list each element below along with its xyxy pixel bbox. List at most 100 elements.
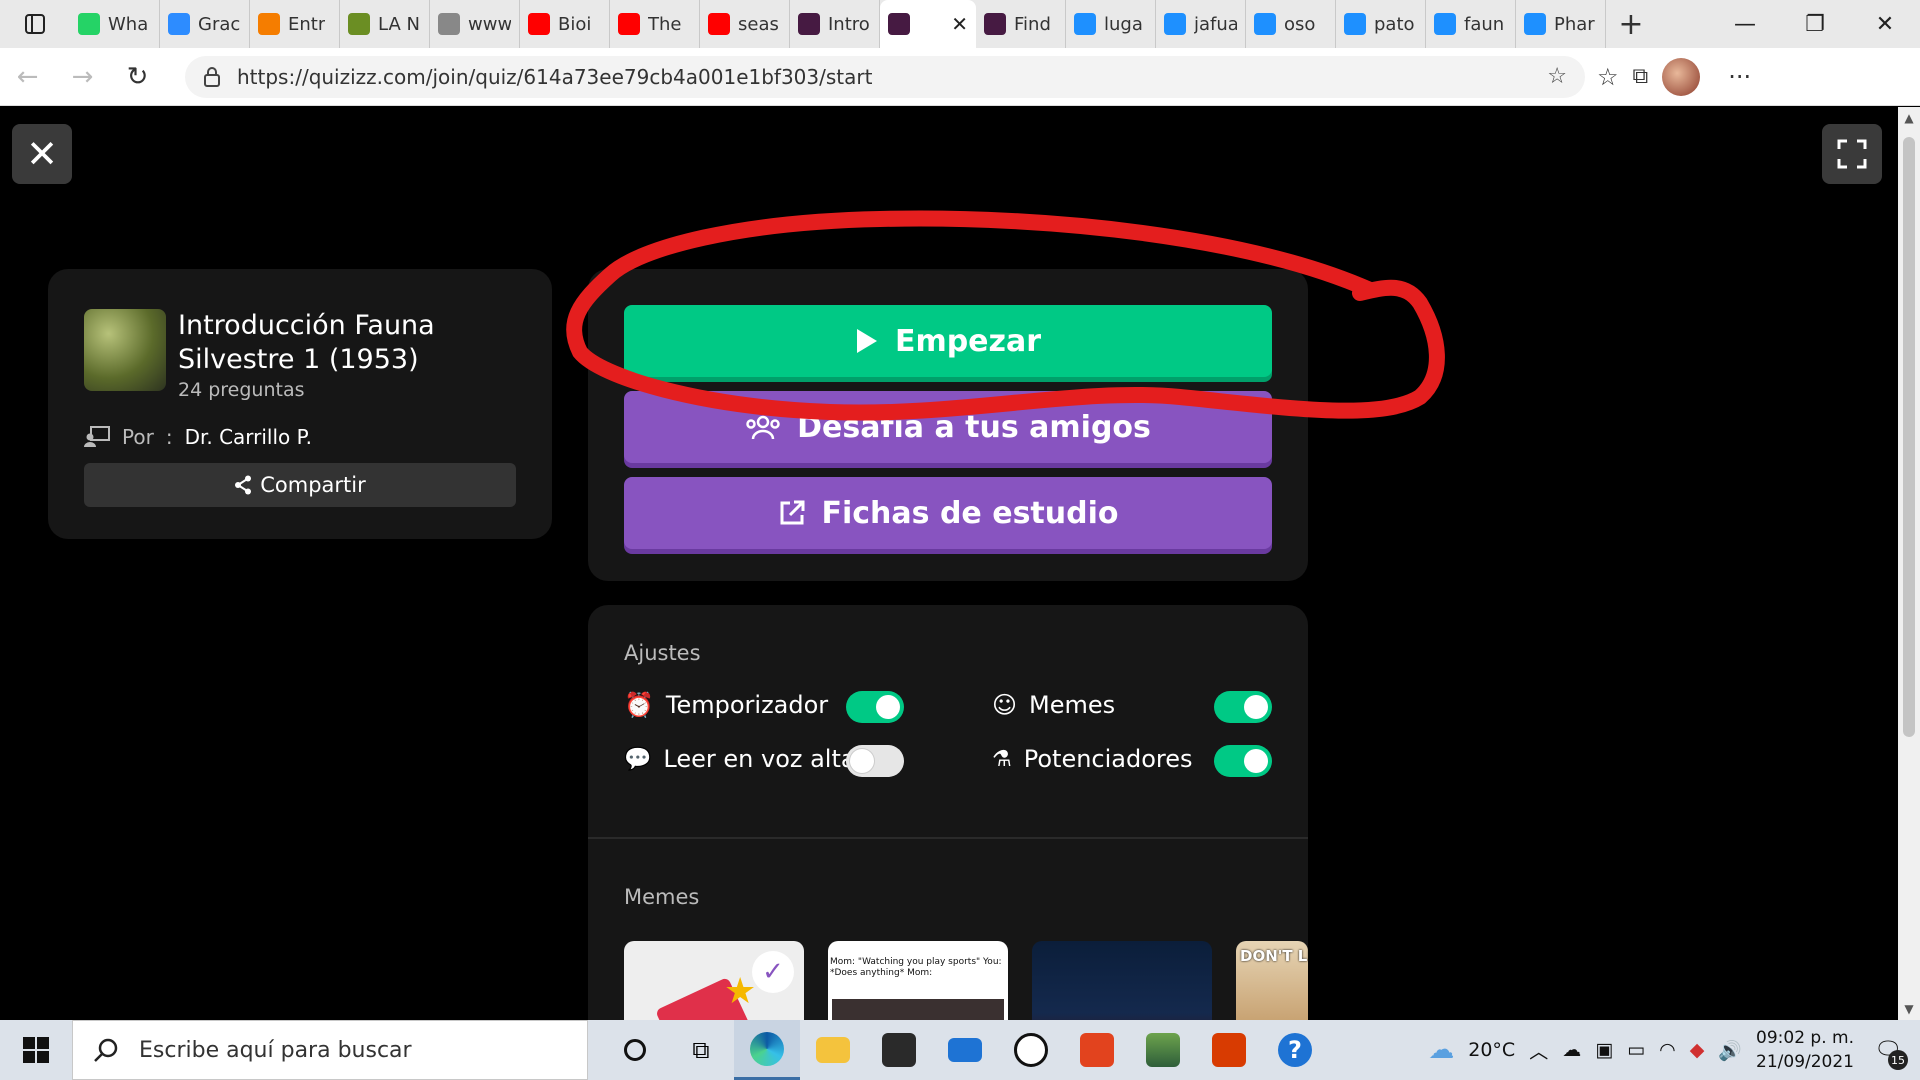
taskbar-search[interactable]: Escribe aquí para buscar	[72, 1020, 588, 1080]
browser-tab[interactable]: The	[610, 0, 700, 48]
store-app[interactable]	[866, 1020, 932, 1080]
help-app[interactable]: ?	[1262, 1020, 1328, 1080]
fullscreen-button[interactable]	[1822, 124, 1882, 184]
memes-toggle[interactable]	[1214, 691, 1272, 723]
temperature[interactable]: 20°C	[1468, 1039, 1515, 1061]
flashcards-button[interactable]: Fichas de estudio	[624, 477, 1272, 549]
by-separator: :	[165, 425, 173, 449]
tab-label: www	[468, 13, 511, 35]
browser-tab[interactable]: LA N	[340, 0, 430, 48]
onedrive-icon[interactable]: ☁	[1562, 1039, 1581, 1061]
memes-setting: ☺ Memes	[992, 691, 1115, 719]
powerups-toggle[interactable]	[1214, 745, 1272, 777]
quiz-info-card: Introducción Fauna Silvestre 1 (1953) 24…	[48, 269, 552, 539]
restore-button[interactable]: ❐	[1780, 0, 1850, 48]
tab-label: LA N	[378, 13, 420, 35]
timer-toggle[interactable]	[846, 691, 904, 723]
browser-tab[interactable]: luga	[1066, 0, 1156, 48]
browser-tab[interactable]: oso	[1246, 0, 1336, 48]
search-placeholder: Escribe aquí para buscar	[139, 1037, 412, 1063]
start-button[interactable]	[0, 1020, 72, 1080]
toggle-knob	[1244, 749, 1268, 773]
more-menu-icon[interactable]: ···	[1728, 63, 1751, 91]
share-button[interactable]: Compartir	[84, 463, 516, 507]
quizizz-icon	[798, 13, 820, 35]
mail-icon	[948, 1038, 982, 1062]
actions-card: Empezar Desafía a tus amigos Fichas de e…	[588, 269, 1308, 581]
chevron-up-icon[interactable]: ︿	[1529, 1037, 1548, 1064]
tab-actions-button[interactable]	[0, 0, 70, 48]
add-favorite-icon[interactable]: ☆	[1547, 64, 1567, 89]
meme-card-1[interactable]: ★ ✓	[624, 941, 804, 1020]
meme-card-2[interactable]: Mom: "Watching you play sports" You: *Do…	[828, 941, 1008, 1020]
new-tab-button[interactable]: +	[1606, 0, 1656, 48]
forward-button[interactable]: →	[55, 48, 110, 106]
close-icon: ✕	[26, 132, 58, 176]
game-app[interactable]	[1130, 1020, 1196, 1080]
tab-active[interactable]: ✕	[880, 0, 976, 48]
wifi-icon[interactable]: ◠	[1659, 1039, 1676, 1061]
browser-tab[interactable]: Find	[976, 0, 1066, 48]
dropbox-icon[interactable]: ◆	[1690, 1039, 1705, 1061]
youtube-icon	[618, 13, 640, 35]
browser-tab[interactable]: pato	[1336, 0, 1426, 48]
star-icon: ★	[724, 971, 757, 1012]
challenge-friends-button[interactable]: Desafía a tus amigos	[624, 391, 1272, 463]
profile-avatar[interactable]	[1662, 57, 1701, 96]
window-close-button[interactable]: ✕	[1850, 0, 1920, 48]
back-button[interactable]: ←	[0, 48, 55, 106]
battery-icon[interactable]: ▭	[1627, 1039, 1645, 1061]
notifications-button[interactable]: 🗨 15	[1868, 1030, 1908, 1070]
close-quiz-button[interactable]: ✕	[12, 124, 72, 184]
office-app[interactable]	[1064, 1020, 1130, 1080]
browser-tab[interactable]: Grac	[160, 0, 250, 48]
browser-tab[interactable]: Intro	[790, 0, 880, 48]
page-scrollbar[interactable]: ▲ ▼	[1898, 107, 1920, 1020]
browser-tab[interactable]: faun	[1426, 0, 1516, 48]
browser-tab[interactable]: Bioi	[520, 0, 610, 48]
challenge-label: Desafía a tus amigos	[797, 409, 1151, 445]
browser-tab[interactable]: Entr	[250, 0, 340, 48]
meme-card-3[interactable]	[1032, 941, 1212, 1020]
address-bar[interactable]: https://quizizz.com/join/quiz/614a73ee79…	[185, 55, 1585, 98]
circle-app-icon	[1014, 1033, 1048, 1067]
selected-check-icon: ✓	[752, 951, 794, 993]
cortana-button[interactable]	[602, 1020, 668, 1080]
office-app-2[interactable]	[1196, 1020, 1262, 1080]
browser-toolbar: ← → ↻ https://quizizz.com/join/quiz/614a…	[0, 48, 1920, 106]
scrollbar-thumb[interactable]	[1903, 137, 1915, 737]
file-explorer-app[interactable]	[800, 1020, 866, 1080]
meme-card-4[interactable]: DON'T LIK	[1236, 941, 1308, 1020]
favorites-icon[interactable]: ☆	[1597, 63, 1619, 91]
arrow-right-icon: →	[71, 61, 94, 92]
edge-app[interactable]	[734, 1020, 800, 1080]
collections-icon[interactable]: ⧉	[1633, 64, 1649, 89]
external-link-icon	[780, 500, 804, 525]
clock[interactable]: 09:02 p. m. 21/09/2021	[1756, 1026, 1854, 1074]
task-view-button[interactable]: ⧉	[668, 1020, 734, 1080]
weather-icon[interactable]: ☁	[1428, 1035, 1454, 1065]
close-tab-icon[interactable]: ✕	[951, 12, 968, 36]
browser-tab[interactable]: seas	[700, 0, 790, 48]
bing-icon	[1164, 13, 1186, 35]
refresh-button[interactable]: ↻	[110, 48, 165, 106]
tab-label: pato	[1374, 13, 1415, 35]
tab-label: Intro	[828, 13, 870, 35]
browser-tab[interactable]: jafua	[1156, 0, 1246, 48]
scroll-down-icon[interactable]: ▼	[1898, 1002, 1920, 1016]
volume-icon[interactable]: 🔊	[1718, 1039, 1742, 1062]
minimize-button[interactable]: —	[1710, 0, 1780, 48]
help-icon: ?	[1278, 1033, 1312, 1067]
game-icon	[1146, 1033, 1180, 1067]
mail-app[interactable]	[932, 1020, 998, 1080]
quiz-header: Introducción Fauna Silvestre 1 (1953) 24…	[84, 309, 516, 401]
app-circle[interactable]	[998, 1020, 1064, 1080]
read-aloud-toggle[interactable]	[846, 745, 904, 777]
meet-now-icon[interactable]: ▣	[1595, 1039, 1613, 1061]
browser-tab[interactable]: Wha	[70, 0, 160, 48]
browser-tab[interactable]: www	[430, 0, 520, 48]
windows-logo-icon	[23, 1037, 49, 1063]
browser-tab[interactable]: Phar	[1516, 0, 1606, 48]
scroll-up-icon[interactable]: ▲	[1898, 111, 1920, 125]
start-button[interactable]: Empezar	[624, 305, 1272, 377]
